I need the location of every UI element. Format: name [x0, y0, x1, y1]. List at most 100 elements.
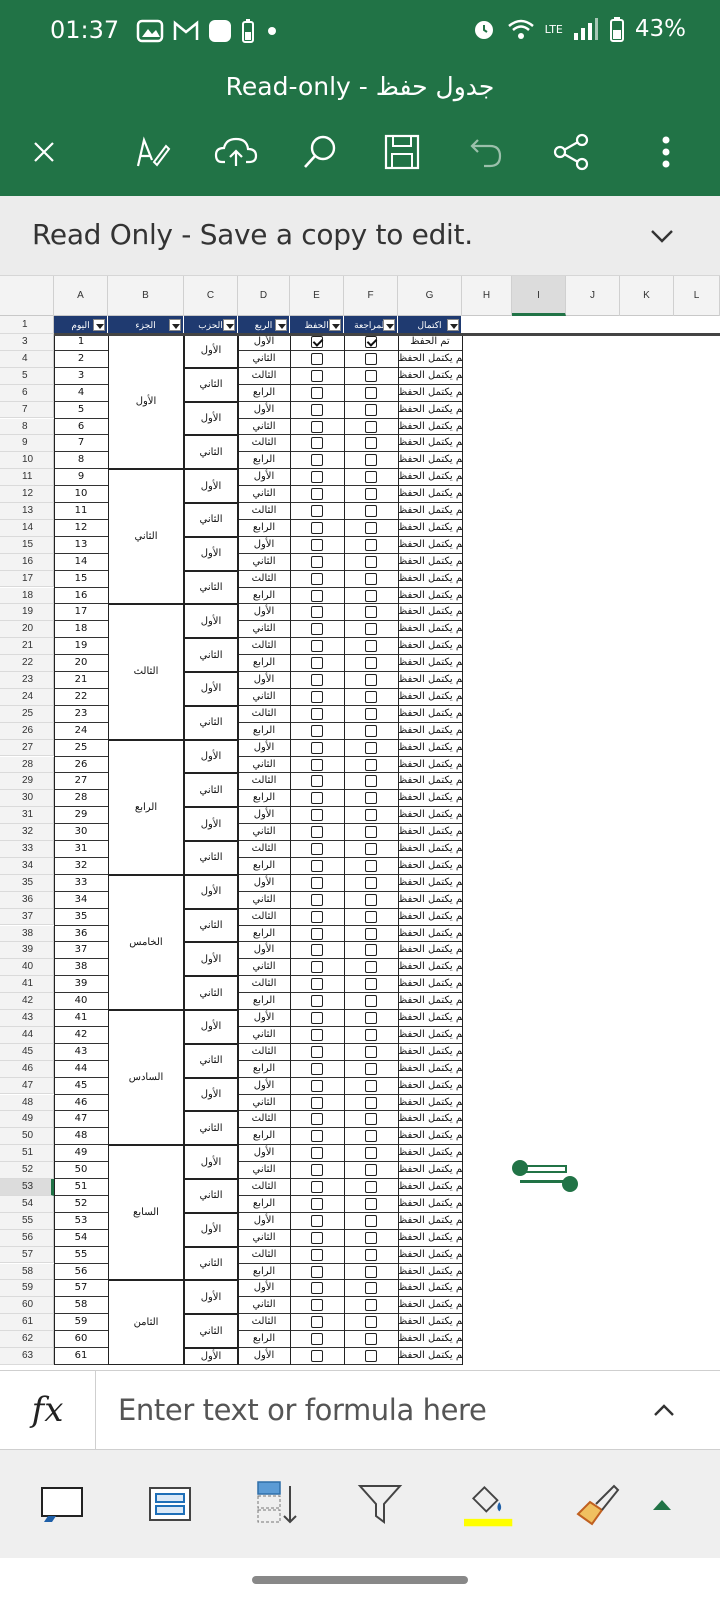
cell-day[interactable]: 60 [54, 1331, 108, 1348]
row-header[interactable]: 59 [0, 1280, 54, 1298]
home-gesture-bar[interactable] [252, 1576, 468, 1584]
cell-rub[interactable]: الثالث [238, 773, 290, 790]
cell-rub[interactable]: الرابع [238, 1128, 290, 1145]
merged-hizb-cell[interactable]: الأول [184, 536, 238, 571]
revision-checkbox[interactable] [365, 1012, 377, 1024]
fill-color-button[interactable] [464, 1478, 516, 1530]
revision-checkbox[interactable] [365, 606, 377, 619]
filter-dropdown-icon[interactable] [383, 319, 395, 331]
cell-rub[interactable]: الثالث [238, 1111, 290, 1128]
cell-day[interactable]: 25 [54, 740, 108, 757]
revision-checkbox[interactable] [365, 352, 377, 365]
cell-day[interactable]: 50 [54, 1162, 108, 1179]
cell-status[interactable]: لم يكتمل الحفظ [398, 689, 462, 706]
cell-rub[interactable]: الثالث [238, 841, 290, 858]
revision-checkbox[interactable] [365, 1350, 377, 1362]
cell-status[interactable]: لم يكتمل الحفظ [398, 385, 462, 402]
hifz-checkbox[interactable] [311, 1197, 323, 1210]
merged-hizb-cell[interactable]: الثاني [184, 976, 238, 1010]
row-header[interactable]: 58 [0, 1263, 54, 1281]
revision-checkbox[interactable] [365, 471, 377, 484]
cell-status[interactable]: لم يكتمل الحفظ [398, 1010, 462, 1027]
revision-checkbox[interactable] [365, 775, 377, 788]
revision-checkbox[interactable] [365, 674, 377, 686]
cell-status[interactable]: لم يكتمل الحفظ [398, 1213, 462, 1230]
row-header[interactable]: 29 [0, 773, 54, 791]
filter-button[interactable] [354, 1478, 406, 1530]
revision-checkbox[interactable] [365, 505, 377, 517]
row-header[interactable]: 52 [0, 1162, 54, 1179]
cell-day[interactable]: 51 [54, 1179, 108, 1196]
revision-checkbox[interactable] [365, 792, 377, 805]
cell-rub[interactable]: الثاني [238, 1230, 290, 1247]
hifz-checkbox[interactable] [311, 724, 323, 737]
cell-rub[interactable]: الثاني [238, 1027, 290, 1044]
column-header-j[interactable]: J [566, 276, 620, 316]
hifz-checkbox[interactable] [311, 1062, 323, 1075]
cell-status[interactable]: لم يكتمل الحفظ [398, 976, 462, 993]
cell-day[interactable]: 47 [54, 1111, 108, 1128]
cell-day[interactable]: 30 [54, 824, 108, 841]
row-header[interactable]: 8 [0, 418, 54, 436]
row-header[interactable]: 26 [0, 722, 54, 740]
merged-hizb-cell[interactable]: الأول [184, 469, 238, 503]
revision-checkbox[interactable] [365, 707, 377, 720]
merged-hizb-cell[interactable]: الثاني [184, 1179, 238, 1213]
row-header[interactable]: 56 [0, 1229, 54, 1247]
cell-rub[interactable]: الثاني [238, 1162, 290, 1179]
merged-hizb-cell[interactable]: الثاني [184, 638, 238, 672]
row-header[interactable]: 13 [0, 503, 54, 520]
revision-checkbox[interactable] [365, 572, 377, 585]
freeze-pane-divider[interactable] [54, 333, 720, 336]
row-header[interactable]: 47 [0, 1077, 54, 1095]
merged-juz-cell[interactable]: الرابع [108, 739, 184, 875]
cell-status[interactable]: لم يكتمل الحفظ [398, 892, 462, 909]
revision-checkbox[interactable] [365, 758, 377, 771]
cell-status[interactable]: لم يكتمل الحفظ [398, 1331, 462, 1348]
cell-status[interactable]: لم يكتمل الحفظ [398, 351, 462, 368]
cell-status[interactable]: لم يكتمل الحفظ [398, 520, 462, 537]
revision-checkbox[interactable] [365, 978, 377, 991]
cell-rub[interactable]: الأول [238, 604, 290, 621]
cell-rub[interactable]: الثالث [238, 503, 290, 520]
hifz-checkbox[interactable] [311, 471, 323, 484]
cell-day[interactable]: 6 [54, 419, 108, 436]
revision-checkbox[interactable] [365, 995, 377, 1008]
cell-day[interactable]: 61 [54, 1348, 108, 1365]
cell-rub[interactable]: الثالث [238, 909, 290, 926]
cell-day[interactable]: 7 [54, 435, 108, 452]
revision-checkbox[interactable] [365, 859, 377, 872]
cell-status[interactable]: لم يكتمل الحفظ [398, 1027, 462, 1044]
cell-day[interactable]: 31 [54, 841, 108, 858]
revision-checkbox[interactable] [365, 927, 377, 940]
cell-status[interactable]: لم يكتمل الحفظ [398, 1280, 462, 1297]
row-header[interactable]: 1 [0, 316, 54, 334]
cell-status[interactable]: لم يكتمل الحفظ [398, 740, 462, 757]
hifz-checkbox[interactable] [311, 927, 323, 940]
row-header[interactable]: 32 [0, 824, 54, 841]
row-header[interactable]: 9 [0, 435, 54, 453]
cell-status[interactable]: تم الحفظ [398, 334, 462, 351]
cell-rub[interactable]: الثالث [238, 368, 290, 385]
row-header[interactable]: 35 [0, 874, 54, 892]
row-header[interactable]: 46 [0, 1060, 54, 1078]
cell-day[interactable]: 57 [54, 1280, 108, 1297]
merged-juz-cell[interactable]: الأول [108, 334, 184, 470]
row-header[interactable]: 3 [0, 334, 54, 351]
cell-status[interactable]: لم يكتمل الحفظ [398, 959, 462, 976]
row-header[interactable]: 27 [0, 739, 54, 757]
cell-status[interactable]: لم يكتمل الحفظ [398, 1078, 462, 1095]
merged-hizb-cell[interactable]: الثاني [184, 435, 238, 470]
cell-status[interactable]: لم يكتمل الحفظ [398, 537, 462, 554]
cell-status[interactable]: لم يكتمل الحفظ [398, 452, 462, 469]
formula-input[interactable]: Enter text or formula here [118, 1393, 487, 1427]
row-header[interactable]: 34 [0, 857, 54, 875]
merged-hizb-cell[interactable]: الأول [184, 401, 238, 436]
cell-rub[interactable]: الرابع [238, 385, 290, 402]
row-header[interactable]: 62 [0, 1331, 54, 1348]
row-header[interactable]: 14 [0, 519, 54, 537]
cell-day[interactable]: 12 [54, 520, 108, 537]
spreadsheet-grid[interactable]: ABCDEFGHIJKL اليوم الجزء الحزب الربع الحفظ ال… [0, 276, 720, 1370]
hifz-checkbox[interactable] [311, 606, 323, 619]
revision-checkbox[interactable] [365, 826, 377, 839]
